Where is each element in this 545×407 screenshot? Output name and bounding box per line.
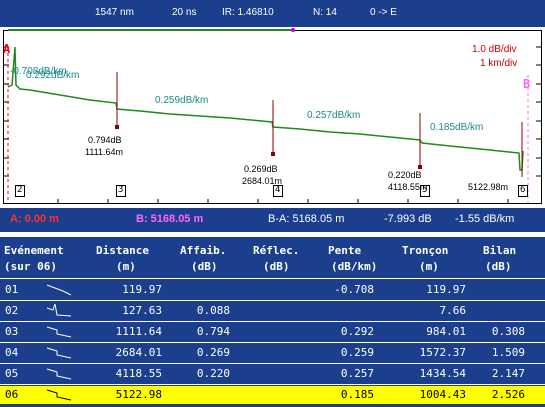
wavelength-value: 1547 nm [95,7,134,18]
averages-value: N: 14 [313,7,337,18]
cursor-a-position: A: 0.00 m [10,213,59,225]
header-event-line2: (sur 06) [4,260,57,273]
row-event-id: 01 [5,283,19,296]
event-loss-label: 0.220dB [388,170,422,180]
marker-b-label[interactable]: B [523,77,530,91]
row-event-id: 05 [5,367,19,380]
header-reflec-line1: Réflec. [253,244,300,257]
event-distance-label: 1111.64m [85,147,124,157]
row-bilan: 2.526 [491,388,525,401]
cursor-status-bar: A: 0.00 m B: 5168.05 m B-A: 5168.05 m -7… [0,208,545,232]
event-loss-label: 0.794dB [88,135,122,145]
header-troncon-line1: Tronçon [402,244,449,257]
header-bilan-line1: Bilan [483,244,517,257]
row-troncon: 119.97 [426,283,466,296]
row-event-id: 06 [5,388,19,401]
table-row[interactable]: 02 127.63 0.088 7.66 [0,301,545,321]
header-pente-line2: (dB/km) [331,260,378,273]
row-distance: 5122.98 [115,388,162,401]
header-distance-line2: (m) [116,260,136,273]
refractive-index-value: IR: 1.46810 [222,7,274,18]
step-icon [46,347,72,359]
step-icon [46,389,72,401]
row-troncon: 1004.43 [419,388,466,401]
event-distance-label: 5122.98m [468,182,509,192]
header-distance-line1: Distance [96,244,149,257]
row-bilan: 0.308 [491,325,525,338]
header-affaib-line2: (dB) [191,260,218,273]
table-row[interactable]: 01 119.97 -0.708 119.97 [0,280,545,300]
otdr-trace-panel[interactable]: A B 1.0 dB/div 1 km/div -0.708dB/km 0.29… [0,27,545,207]
header-reflec-line2: (dB) [263,260,290,273]
row-pente: 0.259 [340,346,374,359]
cursor-difference: B-A: 5168.05 m [268,213,345,225]
event-loss-label: 0.269dB [244,164,278,174]
event-table: Evénement (sur 06) Distance (m) Affaib. … [0,237,545,407]
header-pente-line1: Pente [328,244,362,257]
row-pente: 0.292 [340,325,374,338]
vertical-scale: 1.0 dB/div [472,44,517,55]
row-distance: 119.97 [122,283,162,296]
row-affaib: 0.269 [196,346,230,359]
slope-label: 0.292dB/km [26,70,80,81]
cursor-attenuation: -1.55 dB/km [455,213,515,225]
step-icon [46,326,72,338]
event-number[interactable]: 6 [520,185,525,195]
row-troncon: 1434.54 [419,367,466,380]
trace-info-bar: 1547 nm 20 ns IR: 1.46810 N: 14 0 -> E [0,0,545,27]
slope-label: 0.257dB/km [307,110,361,121]
direction-value: 0 -> E [370,7,397,18]
row-distance: 2684.01 [115,346,162,359]
slope-label: 0.185dB/km [430,122,484,133]
header-bilan-line2: (dB) [485,260,512,273]
row-bilan: 1.509 [491,346,525,359]
row-troncon: 984.01 [426,325,466,338]
row-event-id: 03 [5,325,19,338]
row-pente: 0.185 [340,388,374,401]
event-number[interactable]: 4 [275,185,280,195]
row-troncon: 7.66 [439,304,467,317]
row-distance: 127.63 [122,304,162,317]
table-row[interactable]: 03 1111.64 0.794 0.292 984.01 0.308 [0,322,545,342]
slope-icon [46,284,72,296]
reflective-icon [46,303,72,317]
table-divider [0,384,545,385]
event-number[interactable]: 2 [17,185,22,195]
row-pente: 0.257 [340,367,374,380]
table-divider [0,278,545,279]
event-number[interactable]: 5 [422,185,427,195]
row-bilan: 2.147 [491,367,525,380]
table-row[interactable]: 05 4118.55 0.220 0.257 1434.54 2.147 [0,364,545,384]
cursor-b-position: B: 5168.05 m [136,213,204,225]
header-troncon-line2: (m) [419,260,439,273]
horizontal-scale: 1 km/div [480,58,518,69]
step-icon [46,368,72,380]
marker-a-label[interactable]: A [3,42,10,56]
pulse-width-value: 20 ns [172,7,197,18]
header-event-line1: Evénement [4,244,64,257]
row-affaib: 0.794 [196,325,230,338]
row-event-id: 04 [5,346,19,359]
table-row[interactable]: 04 2684.01 0.269 0.259 1572.37 1.509 [0,343,545,363]
row-affaib: 0.088 [196,304,230,317]
cursor-loss: -7.993 dB [384,213,432,225]
event-number[interactable]: 3 [118,185,123,195]
row-pente: -0.708 [334,283,374,296]
row-affaib: 0.220 [196,367,230,380]
row-event-id: 02 [5,304,19,317]
slope-label: 0.259dB/km [155,95,209,106]
header-affaib-line1: Affaib. [180,244,227,257]
row-distance: 4118.55 [115,367,162,380]
row-distance: 1111.64 [115,325,162,338]
table-row-selected[interactable]: 06 5122.98 0.185 1004.43 2.526 [0,386,545,404]
row-troncon: 1572.37 [419,346,466,359]
